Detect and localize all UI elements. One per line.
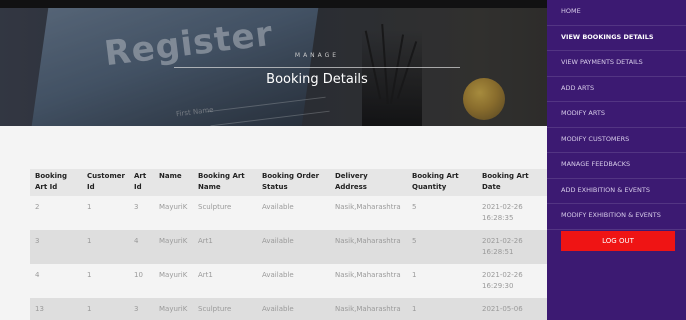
cell-booking-art-date: 2021-02-26 16:29:30	[477, 264, 547, 298]
table-row: 3 1 4 MayuriK Art1 Available Nasik,Mahar…	[30, 230, 547, 264]
cell-delivery-address: Nasik,Maharashtra	[330, 264, 407, 298]
cell-name: MayuriK	[154, 196, 193, 230]
table-header-row: Booking Art Id Customer Id Art Id Name B…	[30, 169, 547, 196]
cell-booking-art-date: 2021-05-06	[477, 298, 547, 320]
cell-art-id: 4	[129, 230, 154, 264]
cell-art-id: 3	[129, 196, 154, 230]
header-booking-art-quantity: Booking Art Quantity	[407, 169, 477, 196]
cell-booking-art-id: 4	[30, 264, 82, 298]
cell-booking-art-date: 2021-02-26 16:28:35	[477, 196, 547, 230]
cell-booking-art-id: 3	[30, 230, 82, 264]
cell-booking-art-id: 2	[30, 196, 82, 230]
header-delivery-address: Delivery Address	[330, 169, 407, 196]
cell-booking-art-date: 2021-02-26 16:28:51	[477, 230, 547, 264]
cell-delivery-address: Nasik,Maharashtra	[330, 298, 407, 320]
sidebar-item-view-bookings-details[interactable]: VIEW BOOKINGS DETAILS	[547, 26, 686, 51]
sidebar-nav: HOME VIEW BOOKINGS DETAILS VIEW PAYMENTS…	[547, 0, 686, 320]
cell-booking-order-status: Available	[257, 298, 330, 320]
cell-booking-order-status: Available	[257, 196, 330, 230]
header-booking-order-status: Booking Order Status	[257, 169, 330, 196]
logout-button[interactable]: LOG OUT	[561, 231, 675, 251]
sidebar-item-home[interactable]: HOME	[547, 0, 686, 26]
sidebar-item-add-arts[interactable]: ADD ARTS	[547, 77, 686, 102]
header-customer-id: Customer Id	[82, 169, 129, 196]
table-row: 4 1 10 MayuriK Art1 Available Nasik,Maha…	[30, 264, 547, 298]
sidebar-item-view-payments-details[interactable]: VIEW PAYMENTS DETAILS	[547, 51, 686, 77]
table-row: 13 1 3 MayuriK Sculpture Available Nasik…	[30, 298, 547, 320]
hero-subtitle: MANAGE	[294, 52, 340, 59]
cell-booking-art-name: Sculpture	[193, 196, 257, 230]
sidebar-item-manage-feedbacks[interactable]: MANAGE FEEDBACKS	[547, 153, 686, 179]
cell-art-id: 10	[129, 264, 154, 298]
cell-booking-art-name: Art1	[193, 264, 257, 298]
cell-booking-order-status: Available	[257, 230, 330, 264]
cell-booking-art-name: Art1	[193, 230, 257, 264]
cell-booking-art-quantity: 5	[407, 230, 477, 264]
sidebar-item-modify-exhibition-events[interactable]: MODIFY EXHIBITION & EVENTS	[547, 204, 686, 230]
cell-name: MayuriK	[154, 230, 193, 264]
cell-customer-id: 1	[82, 298, 129, 320]
header-booking-art-date: Booking Art Date	[477, 169, 547, 196]
sidebar-item-modify-customers[interactable]: MODIFY CUSTOMERS	[547, 128, 686, 153]
cell-name: MayuriK	[154, 298, 193, 320]
cell-booking-order-status: Available	[257, 264, 330, 298]
cell-delivery-address: Nasik,Maharashtra	[330, 230, 407, 264]
cell-booking-art-id: 13	[30, 298, 82, 320]
bookings-table-container: Booking Art Id Customer Id Art Id Name B…	[30, 169, 547, 320]
sidebar-item-add-exhibition-events[interactable]: ADD EXHIBITION & EVENTS	[547, 179, 686, 204]
page-title: Booking Details	[266, 72, 368, 87]
header-booking-art-id: Booking Art Id	[30, 169, 82, 196]
table-row: 2 1 3 MayuriK Sculpture Available Nasik,…	[30, 196, 547, 230]
cell-booking-art-quantity: 1	[407, 298, 477, 320]
cell-booking-art-quantity: 5	[407, 196, 477, 230]
cell-art-id: 3	[129, 298, 154, 320]
cell-customer-id: 1	[82, 230, 129, 264]
cell-customer-id: 1	[82, 264, 129, 298]
cell-delivery-address: Nasik,Maharashtra	[330, 196, 407, 230]
cell-name: MayuriK	[154, 264, 193, 298]
sidebar-item-modify-arts[interactable]: MODIFY ARTS	[547, 102, 686, 128]
header-booking-art-name: Booking Art Name	[193, 169, 257, 196]
cell-booking-art-name: Sculpture	[193, 298, 257, 320]
header-name: Name	[154, 169, 193, 196]
bookings-table: Booking Art Id Customer Id Art Id Name B…	[30, 169, 547, 320]
hero-divider	[174, 67, 460, 68]
cell-customer-id: 1	[82, 196, 129, 230]
header-art-id: Art Id	[129, 169, 154, 196]
cell-booking-art-quantity: 1	[407, 264, 477, 298]
